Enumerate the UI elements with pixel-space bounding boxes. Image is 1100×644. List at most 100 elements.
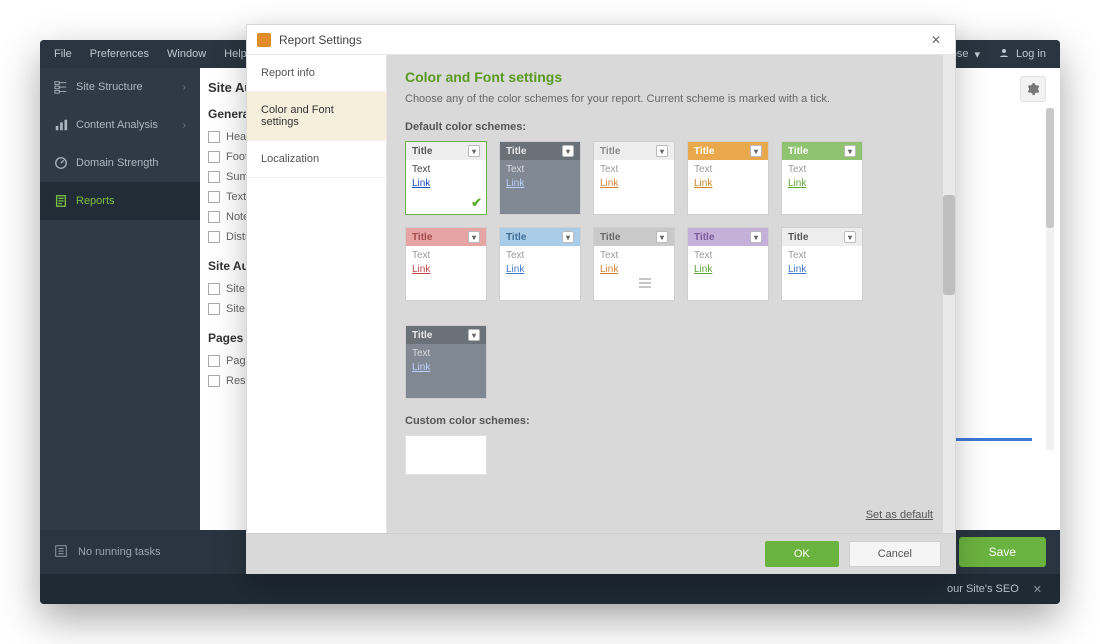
menu-preferences[interactable]: Preferences [90, 48, 149, 60]
nav-label: Domain Strength [76, 157, 159, 169]
tab-localization[interactable]: Localization [247, 141, 386, 178]
color-scheme-swatch[interactable]: Title▾TextLink [781, 227, 863, 301]
nav-label: Reports [76, 195, 115, 207]
nav-site-structure[interactable]: Site Structure › [40, 68, 200, 106]
swatch-title: Title [694, 232, 714, 243]
structure-icon [54, 80, 68, 94]
swatch-link: Link [412, 362, 480, 373]
swatch-text: Text [600, 250, 668, 261]
swatch-text: Text [506, 250, 574, 261]
swatch-text: Text [788, 250, 856, 261]
menu-file[interactable]: File [54, 48, 72, 60]
close-icon[interactable]: ✕ [927, 33, 945, 47]
swatch-link: Link [694, 264, 762, 275]
color-scheme-swatch[interactable]: Title ▾ Text Link [499, 141, 581, 215]
dialog-titlebar[interactable]: Report Settings ✕ [247, 25, 955, 55]
swatch-link: Link [506, 178, 574, 189]
scrollbar-thumb[interactable] [943, 195, 955, 295]
swatch-link: Link [412, 264, 480, 275]
dropdown-icon: ▾ [468, 329, 480, 341]
document-icon [54, 194, 68, 208]
dropdown-icon: ▾ [844, 231, 856, 243]
dropdown-icon: ▾ [468, 145, 480, 157]
user-icon [998, 47, 1010, 62]
swatch-title: Title [412, 146, 432, 157]
dialog-tabs: Report info Color and Font settings Loca… [247, 55, 387, 533]
nav-label: Content Analysis [76, 119, 158, 131]
add-custom-scheme[interactable] [405, 435, 487, 475]
color-scheme-swatch[interactable]: Title▾TextLink [405, 325, 487, 399]
login-button[interactable]: Log in [998, 47, 1046, 62]
banner-text: our Site's SEO [947, 583, 1019, 595]
color-scheme-swatch[interactable]: Title▾TextLink✔ [405, 141, 487, 215]
content-heading: Color and Font settings [405, 69, 937, 85]
swatch-title: Title [600, 232, 620, 243]
swatch-text: Text [506, 164, 574, 175]
color-scheme-swatch[interactable]: Title▾TextLink [781, 141, 863, 215]
content-description: Choose any of the color schemes for your… [405, 93, 937, 105]
settings-button[interactable] [1020, 76, 1046, 102]
swatch-title: Title [506, 232, 526, 243]
save-button[interactable]: Save [959, 537, 1046, 567]
dropdown-icon: ▾ [562, 145, 574, 157]
outline-label: Text [226, 191, 246, 203]
color-scheme-swatch[interactable]: Title▾TextLink [405, 227, 487, 301]
tab-color-font[interactable]: Color and Font settings [247, 92, 386, 141]
chevron-down-icon: ▾ [974, 48, 980, 61]
close-icon[interactable]: ✕ [1033, 583, 1042, 596]
scrollbar-thumb[interactable] [1046, 108, 1054, 228]
cancel-button[interactable]: Cancel [849, 541, 941, 567]
swatch-text: Text [412, 164, 480, 175]
block-icon [208, 191, 220, 203]
left-nav: Site Structure › Content Analysis › [40, 68, 200, 530]
block-icon [208, 211, 220, 223]
promo-banner: our Site's SEO ✕ [40, 574, 1060, 604]
dialog-body: Report info Color and Font settings Loca… [247, 55, 955, 533]
gear-icon [1026, 82, 1040, 96]
nav-content-analysis[interactable]: Content Analysis › [40, 106, 200, 144]
swatch-title: Title [600, 146, 620, 157]
color-scheme-swatch[interactable]: Title▾TextLink [593, 141, 675, 215]
color-scheme-swatch[interactable]: Title▾TextLink [593, 227, 675, 301]
block-icon [208, 355, 220, 367]
nav-reports[interactable]: Reports [40, 182, 200, 220]
swatch-link: Link [600, 264, 668, 275]
block-icon [208, 151, 220, 163]
set-as-default-link[interactable]: Set as default [866, 509, 933, 521]
chevron-right-icon: › [183, 120, 186, 131]
check-icon: ✔ [471, 195, 482, 211]
color-scheme-swatch[interactable]: Title▾TextLink [687, 141, 769, 215]
tab-report-info[interactable]: Report info [247, 55, 386, 92]
swatch-link: Link [600, 178, 668, 189]
chart-icon [54, 118, 68, 132]
block-icon [208, 131, 220, 143]
block-icon [208, 171, 220, 183]
report-settings-dialog: Report Settings ✕ Report info Color and … [246, 24, 956, 574]
tasks-icon [54, 544, 68, 561]
splitter-grip-icon[interactable] [639, 278, 651, 288]
menu-help[interactable]: Help [224, 48, 247, 60]
block-icon [208, 375, 220, 387]
menu-window[interactable]: Window [167, 48, 206, 60]
nav-label: Site Structure [76, 81, 143, 93]
swatch-title: Title [412, 232, 432, 243]
swatch-text: Text [412, 250, 480, 261]
dropdown-icon: ▾ [750, 145, 762, 157]
ok-button[interactable]: OK [765, 541, 839, 567]
color-scheme-grid: Title ▾ Text Link ✔ Title ▾ Text Link Title ▾ Text L… [405, 141, 937, 399]
block-icon [208, 283, 220, 295]
swatch-title: Title [788, 232, 808, 243]
color-scheme-swatch[interactable]: Title▾TextLink [499, 227, 581, 301]
color-scheme-swatch[interactable]: Title▾TextLink [687, 227, 769, 301]
swatch-title: Title [506, 146, 526, 157]
dropdown-icon: ▾ [750, 231, 762, 243]
gauge-icon [54, 156, 68, 170]
swatch-title: Title [412, 330, 432, 341]
login-label: Log in [1016, 48, 1046, 60]
nav-domain-strength[interactable]: Domain Strength [40, 144, 200, 182]
swatch-link: Link [788, 178, 856, 189]
dialog-content: Color and Font settings Choose any of th… [387, 55, 955, 533]
dialog-title: Report Settings [279, 33, 362, 47]
default-schemes-heading: Default color schemes: [405, 121, 937, 133]
app-logo-icon [257, 33, 271, 47]
